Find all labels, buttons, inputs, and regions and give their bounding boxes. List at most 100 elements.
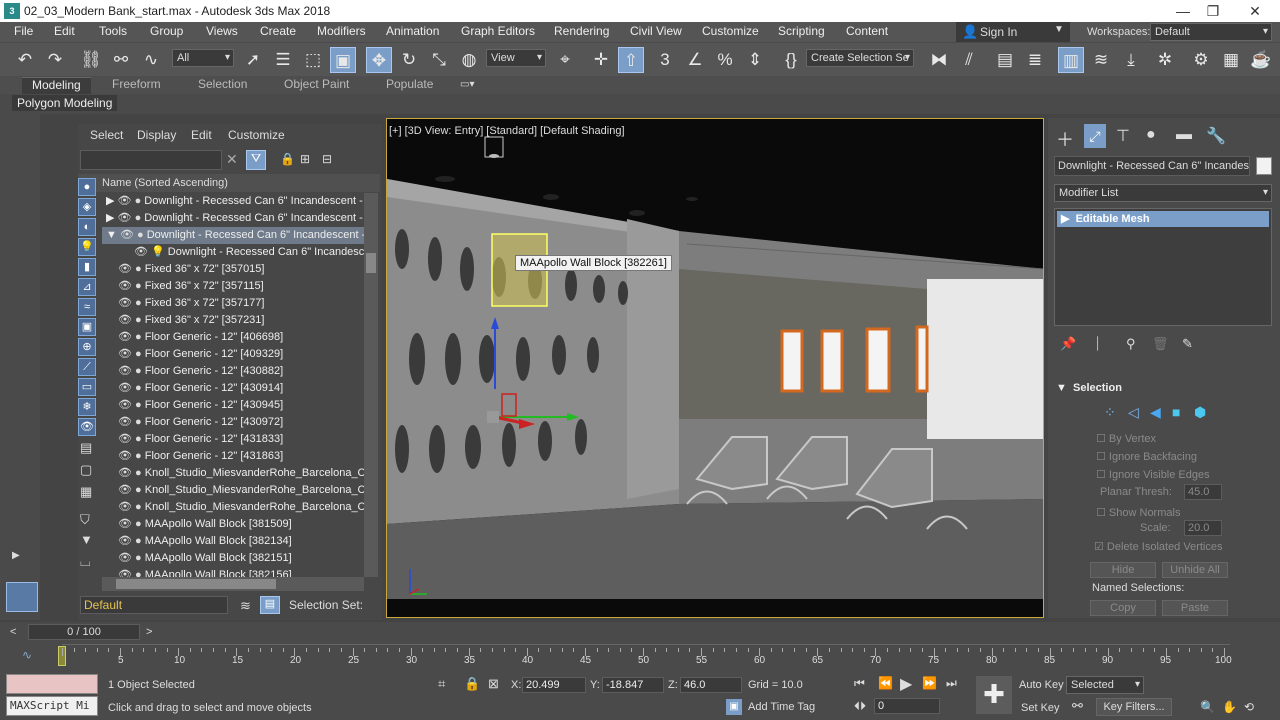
delete-isolated-checkbox[interactable]: ☑ Delete Isolated Vertices <box>1094 540 1223 553</box>
sign-in-button[interactable]: 👤 Sign In ▼ <box>956 22 1070 42</box>
play-icon[interactable]: ▶ <box>900 674 912 694</box>
eye-icon[interactable]: 👁 <box>134 246 148 258</box>
eye-icon[interactable]: 👁 <box>118 263 132 275</box>
previous-frame-icon[interactable]: ⏪ <box>878 676 893 690</box>
visible-dot-icon[interactable]: ● <box>135 450 142 462</box>
schematic-view-icon[interactable]: ⤓ <box>1118 47 1144 73</box>
table-row[interactable]: 👁 ● Floor Generic - 12" [430882] <box>102 363 364 380</box>
table-row[interactable]: 👁 ● Fixed 36" x 72" [357015] <box>102 261 364 278</box>
angle-snap-icon[interactable]: ∠ <box>682 47 708 73</box>
menu-content[interactable]: Content <box>846 24 888 38</box>
remove-modifier-icon[interactable]: 🗑 <box>1152 336 1169 352</box>
table-row[interactable]: 👁 ● Fixed 36" x 72" [357177] <box>102 295 364 312</box>
unhide-all-button[interactable]: Unhide All <box>1162 562 1228 578</box>
column-header[interactable]: Name (Sorted Ascending) <box>78 174 380 192</box>
key-filters-button[interactable]: Key Filters... <box>1096 698 1172 716</box>
table-row[interactable]: ▶ 👁 ● Downlight - Recessed Can 6" Incand… <box>102 193 364 210</box>
snaps-toggle-icon[interactable]: 3 <box>652 47 678 73</box>
eye-icon[interactable]: 👁 <box>118 348 132 360</box>
table-row[interactable]: 👁 ● Knoll_Studio_MiesvanderRohe_Barcelon… <box>102 499 364 516</box>
rendered-frame-icon[interactable]: ▦ <box>1218 47 1244 73</box>
pin-stack-icon[interactable]: 📌 <box>1060 336 1076 352</box>
eye-icon[interactable]: 👁 <box>118 518 132 530</box>
selection-rollout[interactable]: ▼ Selection <box>1056 382 1256 398</box>
redo-icon[interactable]: ↷ <box>42 47 68 73</box>
scene-explorer-icon[interactable]: ▤ <box>992 47 1018 73</box>
menu-customize[interactable]: Customize <box>702 24 759 38</box>
link-icon[interactable]: ⛓ <box>78 47 104 73</box>
viewport-label[interactable]: [+] [3D View: Entry] [Standard] [Default… <box>389 125 625 137</box>
visible-dot-icon[interactable]: ● <box>135 348 142 360</box>
menu-civil-view[interactable]: Civil View <box>630 24 682 38</box>
clear-search-icon[interactable]: ✕ <box>226 151 238 168</box>
show-end-result-icon[interactable]: ⏐ <box>1094 336 1101 352</box>
none-icon[interactable]: ▢ <box>80 462 92 478</box>
light-on-icon[interactable]: ● <box>135 195 142 207</box>
light-on-icon[interactable]: ● <box>137 229 144 241</box>
visible-dot-icon[interactable]: ● <box>135 467 142 479</box>
hide-button[interactable]: Hide <box>1090 562 1156 578</box>
render-setup-icon[interactable]: ⚙ <box>1188 47 1214 73</box>
create-tab-icon[interactable]: ＋ <box>1056 126 1074 152</box>
table-row[interactable]: 👁 ● Fixed 36" x 72" [357231] <box>102 312 364 329</box>
y-coordinate-field[interactable]: -18.847 <box>602 677 664 693</box>
table-row[interactable]: 👁 💡 Downlight - Recessed Can 6" Incandes… <box>134 244 364 261</box>
key-mode-dropdown[interactable]: Selected <box>1066 676 1144 694</box>
space-warps-filter-icon[interactable]: ≈ <box>78 298 96 316</box>
curve-editor-mini-icon[interactable]: ∿ <box>22 648 32 662</box>
sort-by-hierarchy-icon[interactable]: ▤ <box>260 596 280 614</box>
pan-icon[interactable]: ✋ <box>1222 700 1237 714</box>
render-production-icon[interactable]: ☕ <box>1248 47 1274 73</box>
go-to-end-icon[interactable]: ⏭ <box>946 676 957 691</box>
select-object-icon[interactable]: ➚ <box>240 47 266 73</box>
time-slider[interactable]: 0 / 100 <box>28 624 140 640</box>
menu-animation[interactable]: Animation <box>386 24 439 38</box>
hierarchy-tab-icon[interactable]: ⊤ <box>1116 126 1130 146</box>
eye-icon[interactable]: 👁 <box>118 535 132 547</box>
scale-spinner[interactable]: 20.0 <box>1184 520 1222 536</box>
eye-icon[interactable]: 👁 <box>118 416 132 428</box>
menu-rendering[interactable]: Rendering <box>554 24 609 38</box>
table-row[interactable]: 👁 ● MAApollo Wall Block [381509] <box>102 516 364 533</box>
eye-icon[interactable]: 👁 <box>118 484 132 496</box>
horizontal-scrollbar[interactable] <box>102 577 364 591</box>
viewport-3d[interactable]: [+] [3D View: Entry] [Standard] [Default… <box>386 118 1044 618</box>
hscrollbar-thumb[interactable] <box>116 579 276 589</box>
visible-dot-icon[interactable]: ● <box>135 280 142 292</box>
modify-tab-icon[interactable]: ⤢ <box>1084 124 1106 148</box>
next-frame-icon[interactable]: ⏩ <box>922 676 937 690</box>
paste-button[interactable]: Paste <box>1162 600 1228 616</box>
auto-key-button[interactable]: Auto Key <box>1019 679 1064 691</box>
place-icon[interactable]: ◍ <box>456 47 482 73</box>
viewport-layout-icon[interactable] <box>6 582 38 612</box>
layers-icon[interactable]: ≋ <box>240 598 251 614</box>
eye-icon[interactable]: 👁 <box>118 280 132 292</box>
expand-arrow-icon[interactable]: ▶ <box>12 550 20 561</box>
visible-dot-icon[interactable]: ● <box>135 569 142 577</box>
minimize-icon[interactable]: — <box>1168 0 1198 22</box>
select-manipulate-icon[interactable]: ✛ <box>588 47 614 73</box>
select-by-name-icon[interactable]: ☰ <box>270 47 296 73</box>
tab-selection[interactable]: Selection <box>198 77 247 91</box>
set-key-button[interactable]: Set Key <box>1021 702 1060 714</box>
maxscript-input[interactable]: MAXScript Mi <box>6 696 98 716</box>
tab-populate[interactable]: Populate <box>386 77 433 91</box>
table-row[interactable]: 👁 ● Floor Generic - 12" [409329] <box>102 346 364 363</box>
show-normals-checkbox[interactable]: ☐ Show Normals <box>1096 506 1180 519</box>
table-row[interactable]: 👁 ● Fixed 36" x 72" [357115] <box>102 278 364 295</box>
menu-create[interactable]: Create <box>260 24 296 38</box>
select-and-rotate-icon[interactable]: ↻ <box>396 47 422 73</box>
select-all-icon[interactable]: ▦ <box>80 484 92 500</box>
polygon-icon[interactable]: ■ <box>1172 404 1180 420</box>
geometry-filter-icon[interactable]: ◈ <box>78 198 96 216</box>
collapse-icon[interactable]: ▼ <box>106 229 117 241</box>
menu-edit[interactable]: Edit <box>54 24 75 38</box>
menu-graph-editors[interactable]: Graph Editors <box>461 24 535 38</box>
motion-tab-icon[interactable]: ● <box>1146 126 1156 144</box>
selection-region-icon[interactable]: ⬚ <box>300 47 326 73</box>
set-key-icon[interactable]: ✚ <box>976 676 1012 714</box>
time-next-icon[interactable]: > <box>146 626 152 638</box>
curve-editor-icon[interactable]: ≋ <box>1088 47 1114 73</box>
lock-icon[interactable]: 🔒 <box>280 152 295 166</box>
explorer-menu-customize[interactable]: Customize <box>228 128 285 142</box>
